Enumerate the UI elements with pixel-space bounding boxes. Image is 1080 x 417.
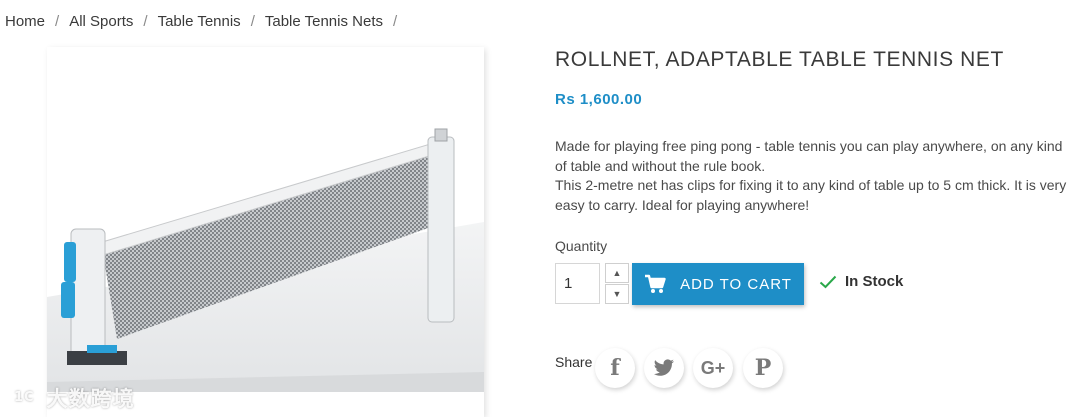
shopping-cart-icon xyxy=(645,274,666,293)
stock-status-label: In Stock xyxy=(845,273,904,290)
breadcrumb-all-sports[interactable]: All Sports xyxy=(69,13,133,30)
share-label: Share xyxy=(555,354,593,370)
chevron-down-icon: ▼ xyxy=(612,289,622,299)
checkmark-icon xyxy=(819,275,837,288)
quantity-input[interactable] xyxy=(555,263,600,304)
watermark-logo: 1C xyxy=(8,388,41,408)
breadcrumb-separator: / xyxy=(143,13,148,30)
quantity-increase-button[interactable]: ▲ xyxy=(605,263,629,283)
watermark-text: 大数跨境 xyxy=(46,387,135,411)
description-paragraph: This 2-metre net has clips for fixing it… xyxy=(555,177,1067,213)
quantity-decrease-button[interactable]: ▼ xyxy=(605,284,629,304)
product-description: Made for playing free ping pong - table … xyxy=(555,137,1075,215)
description-paragraph: Made for playing free ping pong - table … xyxy=(555,138,1063,174)
chevron-up-icon: ▲ xyxy=(612,268,622,278)
share-twitter-button[interactable] xyxy=(644,348,684,388)
breadcrumb-separator: / xyxy=(55,13,60,30)
share-facebook-button[interactable]: f xyxy=(595,348,635,388)
breadcrumb-table-tennis[interactable]: Table Tennis xyxy=(158,13,241,30)
add-to-cart-button[interactable]: ADD TO CART xyxy=(632,263,804,305)
breadcrumb: Home / All Sports / Table Tennis / Table… xyxy=(5,13,407,30)
breadcrumb-table-tennis-nets[interactable]: Table Tennis Nets xyxy=(265,13,383,30)
share-google-plus-button[interactable]: G+ xyxy=(693,348,733,388)
product-price: Rs 1,600.00 xyxy=(555,91,643,108)
product-image[interactable] xyxy=(47,47,484,417)
quantity-label: Quantity xyxy=(555,238,608,254)
watermark: 1C 大数跨境 xyxy=(8,383,135,413)
breadcrumb-home[interactable]: Home xyxy=(5,13,45,30)
table-tennis-net-image xyxy=(47,47,484,417)
share-pinterest-button[interactable]: P xyxy=(743,348,783,388)
twitter-icon xyxy=(653,359,674,376)
stock-status: In Stock xyxy=(819,273,903,290)
add-to-cart-label: ADD TO CART xyxy=(680,275,792,293)
breadcrumb-separator: / xyxy=(250,13,255,30)
pinterest-icon: P xyxy=(754,355,772,381)
facebook-icon: f xyxy=(610,355,620,381)
product-title: ROLLNET, ADAPTABLE TABLE TENNIS NET xyxy=(555,48,1004,71)
breadcrumb-separator: / xyxy=(392,13,398,30)
google-plus-icon: G+ xyxy=(700,357,726,378)
